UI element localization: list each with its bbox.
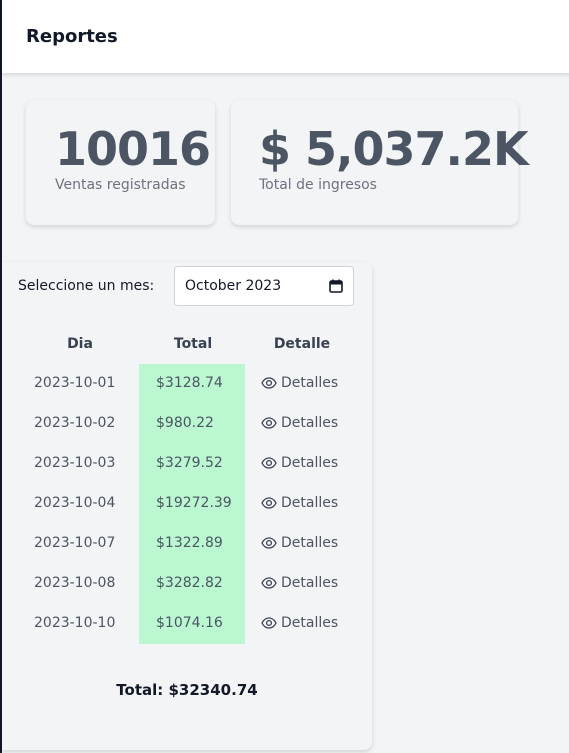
- row-date: 2023-10-10: [34, 615, 116, 631]
- table-row: 2023-10-01 $3128.74 Detalles: [2, 364, 372, 404]
- row-date: 2023-10-03: [34, 455, 116, 471]
- details-link[interactable]: Detalles: [261, 455, 338, 471]
- eye-icon: [261, 497, 277, 509]
- month-filter-label: Seleccione un mes:: [18, 278, 155, 294]
- row-total: $1322.89: [156, 535, 223, 551]
- eye-icon: [261, 617, 277, 629]
- eye-icon: [261, 457, 277, 469]
- row-total: $1074.16: [156, 615, 223, 631]
- table-row: 2023-10-03 $3279.52 Detalles: [2, 444, 372, 484]
- month-picker-input[interactable]: October 2023: [174, 266, 354, 306]
- details-label: Detalles: [281, 375, 339, 391]
- eye-icon: [261, 417, 277, 429]
- details-link[interactable]: Detalles: [261, 615, 338, 631]
- eye-icon: [261, 537, 277, 549]
- stat-label: Total de ingresos: [259, 177, 377, 193]
- stat-value: 10016: [55, 122, 211, 176]
- table-row: 2023-10-02 $980.22 Detalles: [2, 404, 372, 444]
- details-label: Detalles: [281, 615, 339, 631]
- month-picker-value: October 2023: [185, 278, 282, 294]
- details-link[interactable]: Detalles: [261, 535, 338, 551]
- row-date: 2023-10-04: [34, 495, 116, 511]
- stat-card-ventas: 10016 Ventas registradas: [26, 100, 215, 225]
- details-label: Detalles: [281, 455, 339, 471]
- page-title: Reportes: [26, 26, 118, 47]
- details-link[interactable]: Detalles: [261, 575, 338, 591]
- stat-card-ingresos: $ 5,037.2K Total de ingresos: [231, 100, 529, 225]
- details-label: Detalles: [281, 415, 339, 431]
- column-header-dia: Dia: [67, 336, 93, 352]
- stat-label: Ventas registradas: [55, 177, 186, 193]
- row-date: 2023-10-08: [34, 575, 116, 591]
- row-date: 2023-10-01: [34, 375, 116, 391]
- table-row: 2023-10-04 $19272.39 Detalles: [2, 484, 372, 524]
- column-header-detalle: Detalle: [273, 336, 331, 352]
- grand-total: Total: $32340.74: [116, 681, 258, 699]
- row-total: $19272.39: [156, 495, 232, 511]
- details-link[interactable]: Detalles: [261, 495, 338, 511]
- eye-icon: [261, 377, 277, 389]
- top-bar: Reportes: [2, 0, 569, 73]
- eye-icon: [261, 577, 277, 589]
- calendar-icon[interactable]: [329, 279, 343, 293]
- stat-value: $ 5,037.2K: [259, 122, 529, 176]
- row-date: 2023-10-02: [34, 415, 116, 431]
- table-row: 2023-10-07 $1322.89 Detalles: [2, 524, 372, 564]
- row-total: $980.22: [156, 415, 214, 431]
- details-link[interactable]: Detalles: [261, 375, 338, 391]
- details-link[interactable]: Detalles: [261, 415, 338, 431]
- details-label: Detalles: [281, 535, 339, 551]
- row-total: $3128.74: [156, 375, 223, 391]
- table-row: 2023-10-10 $1074.16 Detalles: [2, 604, 372, 644]
- details-label: Detalles: [281, 495, 339, 511]
- table-row: 2023-10-08 $3282.82 Detalles: [2, 564, 372, 604]
- row-total: $3282.82: [156, 575, 223, 591]
- column-header-total: Total: [173, 336, 213, 352]
- details-label: Detalles: [281, 575, 339, 591]
- row-total: $3279.52: [156, 455, 223, 471]
- row-date: 2023-10-07: [34, 535, 116, 551]
